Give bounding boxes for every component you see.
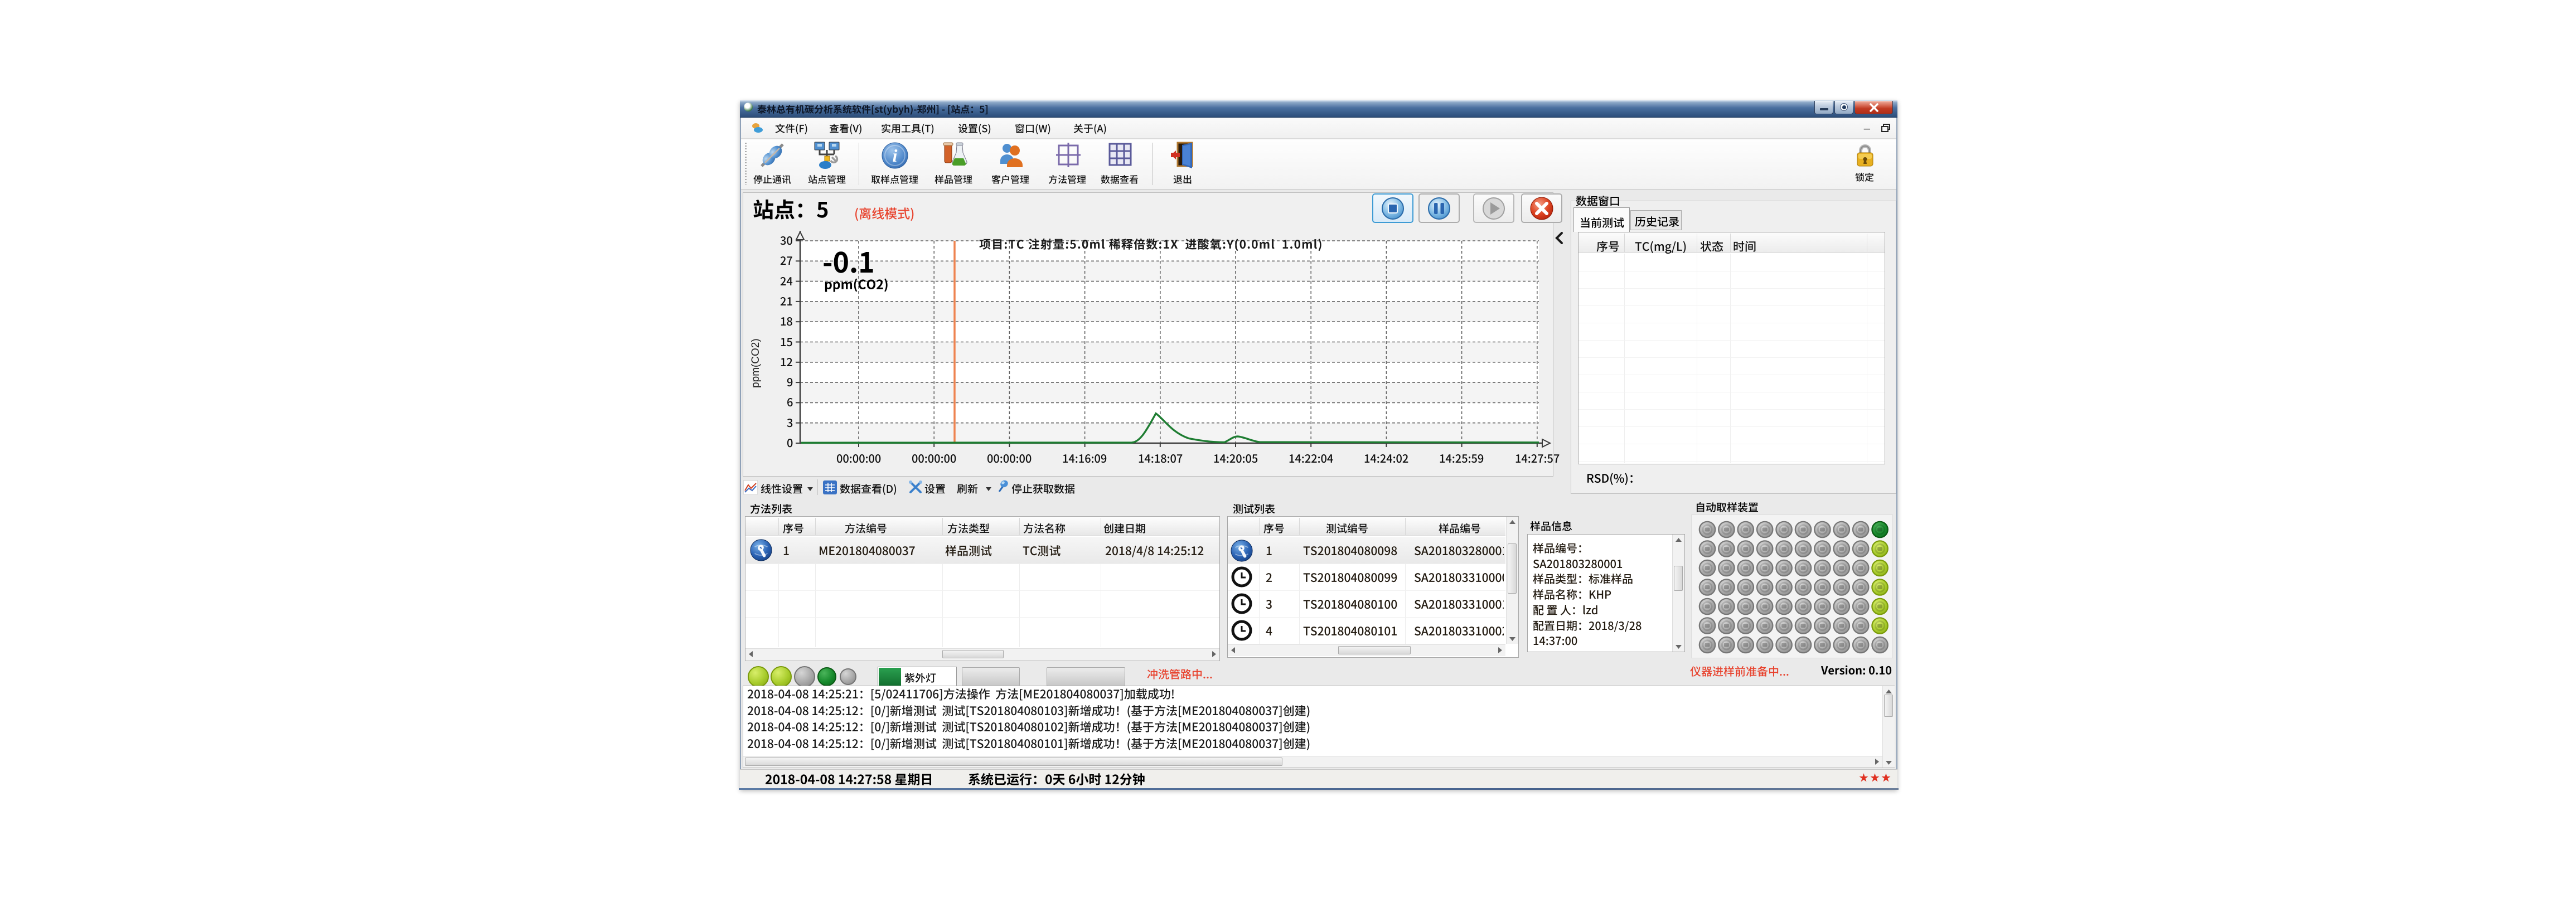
svg-text:i: i <box>893 145 898 166</box>
